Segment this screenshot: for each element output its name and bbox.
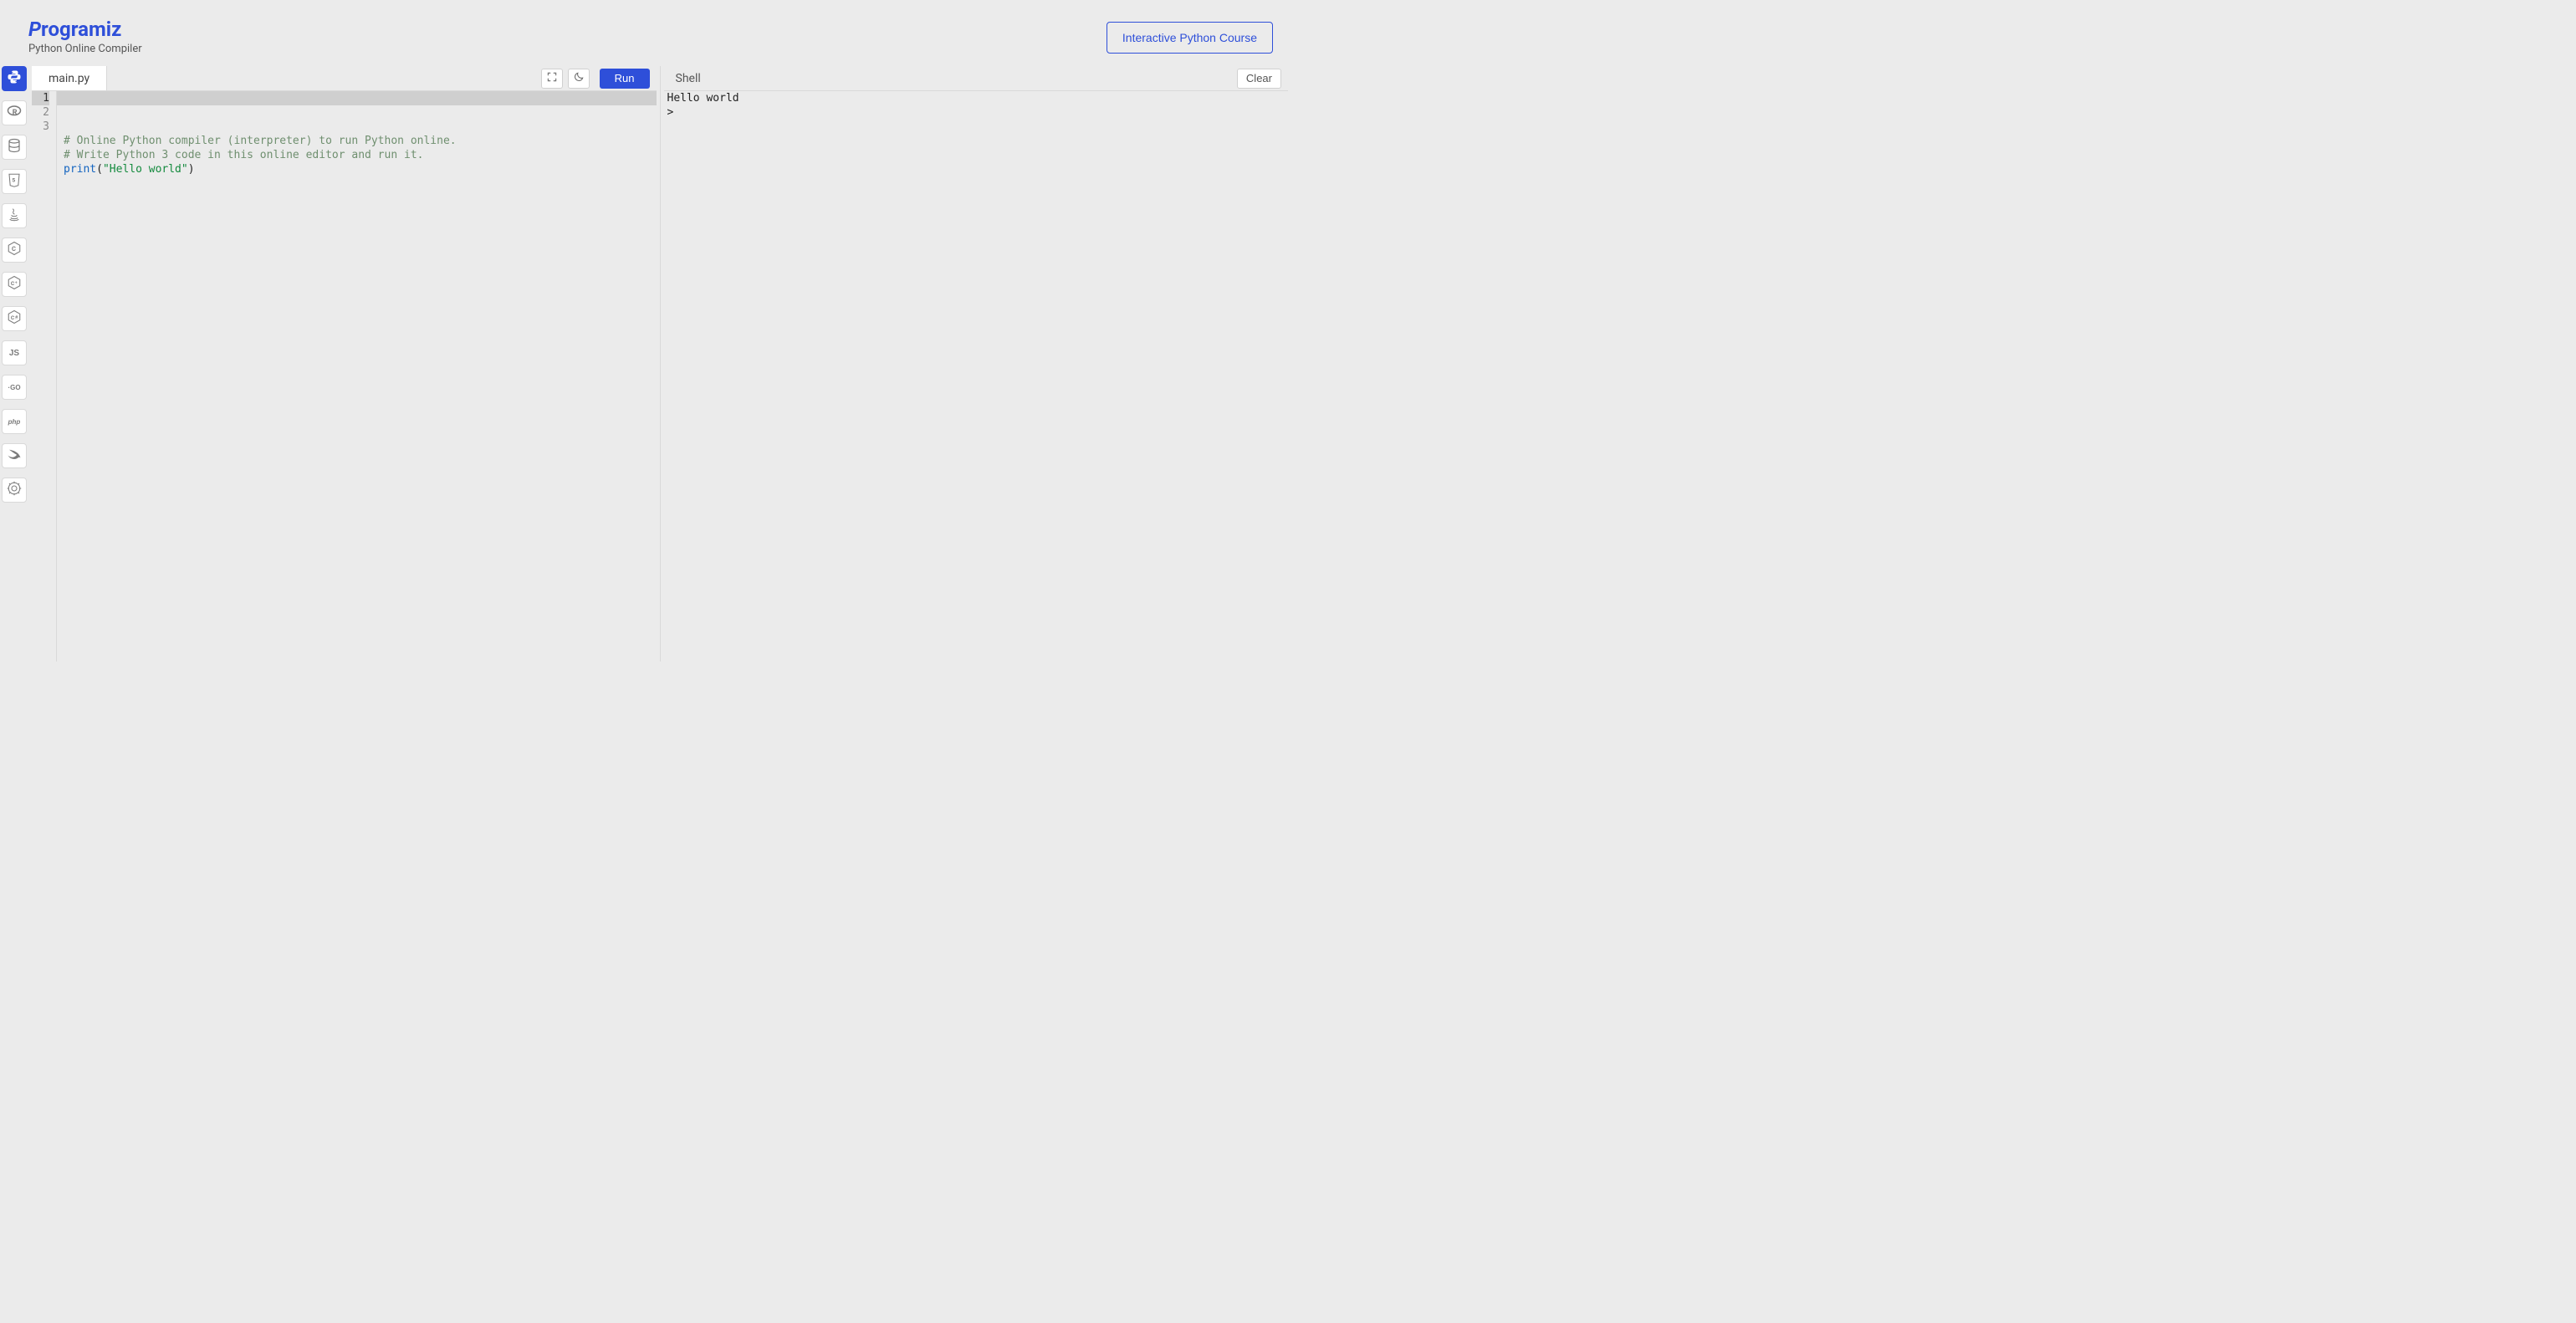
- shell-toolbar: Shell Clear: [664, 66, 1289, 91]
- svg-text:+: +: [15, 281, 18, 286]
- lang-item-cpp[interactable]: C+: [2, 272, 27, 297]
- app-header: Programiz Python Online Compiler Interac…: [0, 0, 1288, 63]
- lang-item-js[interactable]: JS: [2, 340, 27, 365]
- shell-title: Shell: [664, 72, 701, 85]
- html5-icon: 5: [7, 172, 22, 191]
- file-tab[interactable]: main.py: [32, 66, 107, 90]
- r-icon: R: [7, 104, 22, 122]
- csharp-icon: C#: [7, 309, 22, 328]
- lang-item-go[interactable]: ·GO: [2, 375, 27, 400]
- editor-pane: main.py Run 123 # Online P: [32, 66, 657, 662]
- c-icon: C: [7, 241, 22, 259]
- svg-text:R: R: [13, 109, 18, 117]
- lang-item-rust[interactable]: [2, 478, 27, 503]
- java-icon: [7, 207, 22, 225]
- fullscreen-button[interactable]: [541, 69, 563, 89]
- code-content[interactable]: # Online Python compiler (interpreter) t…: [57, 91, 657, 662]
- svg-text:#: #: [15, 314, 18, 320]
- lang-item-r[interactable]: R: [2, 100, 27, 125]
- moon-icon: [573, 71, 585, 85]
- svg-text:5: 5: [12, 176, 15, 183]
- lang-item-html[interactable]: 5: [2, 169, 27, 194]
- page-subtitle: Python Online Compiler: [28, 43, 142, 55]
- editor-gutter: 123: [32, 91, 57, 662]
- brand-logo: Programiz: [28, 19, 142, 39]
- js-icon: JS: [9, 349, 19, 358]
- python-icon: [7, 69, 22, 88]
- editor-toolbar: main.py Run: [32, 66, 657, 91]
- svg-text:C: C: [12, 245, 16, 253]
- panes: main.py Run 123 # Online P: [28, 66, 1288, 662]
- lang-item-swift[interactable]: [2, 443, 27, 468]
- lang-item-python[interactable]: [2, 66, 27, 91]
- go-icon: ·GO: [8, 384, 20, 391]
- brand-block: Programiz Python Online Compiler: [28, 19, 142, 55]
- clear-button[interactable]: Clear: [1237, 69, 1281, 89]
- shell-pane: Shell Clear Hello world >: [664, 66, 1289, 662]
- lang-item-c[interactable]: C: [2, 238, 27, 263]
- database-icon: [7, 138, 22, 156]
- code-editor[interactable]: 123 # Online Python compiler (interprete…: [32, 91, 657, 662]
- rust-icon: [7, 481, 22, 499]
- workspace: R 5 C C+: [0, 63, 1288, 662]
- run-button[interactable]: Run: [600, 69, 650, 89]
- fullscreen-icon: [546, 71, 558, 85]
- lang-item-php[interactable]: php: [2, 409, 27, 434]
- swift-icon: [7, 447, 22, 465]
- lang-item-csharp[interactable]: C#: [2, 306, 27, 331]
- lang-item-java[interactable]: [2, 203, 27, 228]
- shell-output[interactable]: Hello world >: [664, 91, 1289, 662]
- language-rail: R 5 C C+: [0, 66, 28, 662]
- brand-name: rogramiz: [41, 18, 121, 41]
- cpp-icon: C+: [7, 275, 22, 294]
- course-button[interactable]: Interactive Python Course: [1107, 22, 1273, 54]
- lang-item-sql[interactable]: [2, 135, 27, 160]
- php-icon: php: [8, 418, 21, 426]
- theme-toggle-button[interactable]: [568, 69, 590, 89]
